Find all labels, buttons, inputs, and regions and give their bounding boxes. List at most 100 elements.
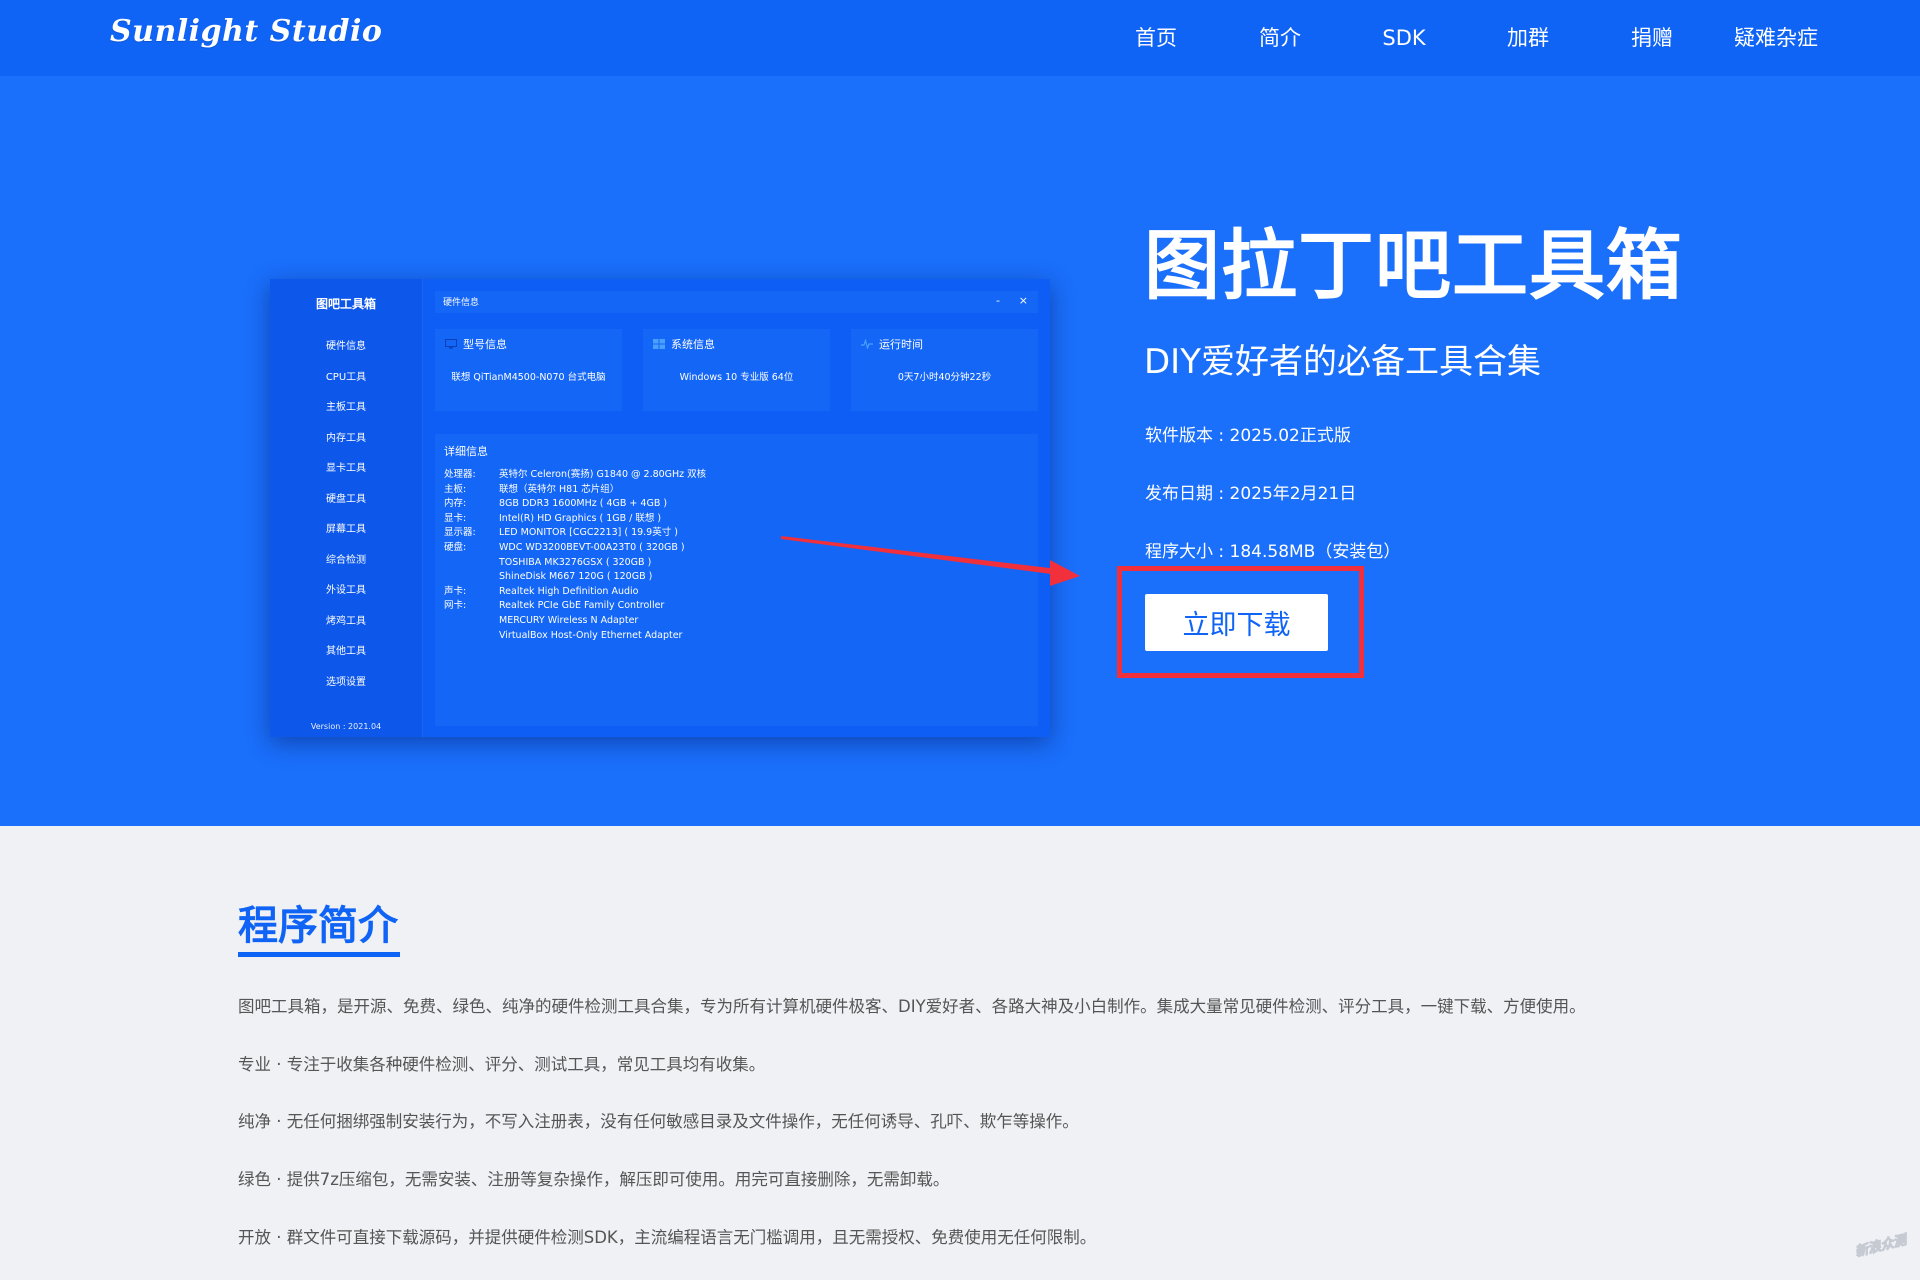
card-value: Windows 10 专业版 64位 (679, 372, 794, 383)
sidebar-item-hardware-info: 硬件信息 (326, 341, 366, 352)
card-system-info: 系统信息 Windows 10 专业版 64位 (643, 329, 830, 411)
hero-section: 图吧工具箱 硬件信息 CPU工具 主板工具 内存工具 显卡工具 硬盘工具 屏幕工… (0, 76, 1920, 826)
nav-item-join-group[interactable]: 加群 (1466, 0, 1590, 76)
detail-label: 主板: (444, 483, 467, 495)
app-sidebar: 图吧工具箱 硬件信息 CPU工具 主板工具 内存工具 显卡工具 硬盘工具 屏幕工… (270, 279, 423, 737)
detail-label: 处理器: (444, 469, 476, 480)
detail-row: 显示器: LED MONITOR [CGC2213] ( 19.9英寸 ) (444, 526, 706, 541)
intro-paragraph: 图吧工具箱，是开源、免费、绿色、纯净的硬件检测工具合集，专为所有计算机硬件极客、… (238, 997, 1586, 1016)
sidebar-item-motherboard-tools: 主板工具 (326, 402, 366, 413)
brand-logo[interactable]: Sunlight Studio (110, 14, 382, 49)
detail-label: 内存: (444, 498, 467, 510)
app-titlebar: 硬件信息 - × (435, 291, 1038, 313)
sidebar-item-benchmark: 综合检测 (326, 554, 366, 566)
sidebar-item-settings: 选项设置 (326, 676, 366, 688)
product-subtitle: DIY爱好者的必备工具合集 (1144, 342, 1541, 382)
detail-row: 内存: 8GB DDR3 1600MHz ( 4GB + 4GB ) (444, 497, 706, 512)
detail-list: 处理器: 英特尔 Celeron(赛扬) G1840 @ 2.80GHz 双核 主… (444, 468, 706, 643)
detail-row: 主板: 联想（英特尔 H81 芯片组） (444, 483, 706, 498)
detail-row: 声卡: Realtek High Definition Audio (444, 585, 706, 600)
detail-label: 显示器: (444, 527, 476, 539)
intro-paragraph: 纯净 · 无任何捆绑强制安装行为，不写入注册表，没有任何敏感目录及文件操作，无任… (238, 1112, 1079, 1131)
nav-item-intro[interactable]: 简介 (1218, 0, 1342, 76)
windows-icon (653, 339, 665, 349)
detail-row: ShineDisk M667 120G ( 120GB ) (444, 570, 706, 585)
detail-label (444, 556, 499, 571)
nav-item-sdk[interactable]: SDK (1342, 0, 1466, 76)
card-title: 系统信息 (671, 338, 715, 351)
nav-item-donate[interactable]: 捐赠 (1590, 0, 1714, 76)
minimize-icon: - (996, 294, 1000, 307)
intro-paragraph: 绿色 · 提供7z压缩包，无需安装、注册等复杂操作，解压即可使用。用完可直接删除… (238, 1170, 950, 1189)
card-header: 型号信息 (445, 336, 507, 352)
nav-menu: 首页 简介 SDK 加群 捐赠 疑难杂症 (1094, 0, 1838, 76)
detail-value: Realtek PCIe GbE Family Controller (499, 600, 665, 612)
app-window-title: 硬件信息 (443, 298, 480, 308)
app-logo: 图吧工具箱 (315, 297, 376, 311)
intro-paragraph: 开放 · 群文件可直接下载源码，并提供硬件检测SDK，主流编程语言无门槛调用，且… (238, 1228, 1097, 1247)
monitor-icon (445, 339, 457, 349)
sidebar-item-other-tools: 其他工具 (326, 646, 366, 657)
detail-value: WDC WD3200BEVT-00A23T0 ( 320GB ) (499, 541, 685, 553)
page: Sunlight Studio 首页 简介 SDK 加群 捐赠 疑难杂症 图吧工… (0, 0, 1920, 1280)
card-title: 运行时间 (879, 338, 923, 351)
watermark: 新浪众测 (1846, 1221, 1915, 1273)
card-header: 运行时间 (861, 336, 923, 352)
sidebar-item-memory-tools: 内存工具 (326, 432, 366, 444)
section-title: 程序简介 (238, 903, 398, 949)
detail-value: Realtek High Definition Audio (499, 585, 639, 597)
intro-paragraph: 专业 · 专注于收集各种硬件检测、评分、测试工具，常见工具均有收集。 (238, 1055, 766, 1074)
top-nav: Sunlight Studio 首页 简介 SDK 加群 捐赠 疑难杂症 (0, 0, 1920, 76)
detail-row: 显卡: Intel(R) HD Graphics ( 1GB / 联想 ) (444, 512, 706, 527)
detail-value: LED MONITOR [CGC2213] ( 19.9英寸 ) (499, 527, 678, 539)
sidebar-item-peripheral-tools: 外设工具 (326, 585, 366, 596)
software-version: 软件版本 : 2025.02正式版 (1145, 426, 1351, 446)
detail-value: ShineDisk M667 120G ( 120GB ) (499, 571, 653, 583)
close-icon: × (1018, 294, 1028, 307)
detail-row: 网卡: Realtek PCIe GbE Family Controller (444, 599, 706, 614)
nav-item-faq[interactable]: 疑难杂症 (1714, 0, 1838, 76)
sidebar-item-screen-tools: 屏幕工具 (326, 524, 366, 535)
detail-label: 硬盘: (444, 541, 467, 553)
detail-label: 网卡: (444, 600, 467, 612)
detail-value: 联想（英特尔 H81 芯片组） (499, 483, 620, 495)
detail-title: 详细信息 (444, 445, 488, 458)
detail-value: 英特尔 Celeron(赛扬) G1840 @ 2.80GHz 双核 (499, 469, 707, 480)
card-title: 型号信息 (463, 338, 507, 351)
app-version: Version : 2021.04 (310, 722, 382, 731)
detail-label (444, 629, 499, 644)
watermark-text: 新浪众测 (1853, 1232, 1908, 1261)
detail-label: 显卡: (444, 512, 467, 524)
app-screenshot: 图吧工具箱 硬件信息 CPU工具 主板工具 内存工具 显卡工具 硬盘工具 屏幕工… (270, 279, 1050, 737)
detail-value: 8GB DDR3 1600MHz ( 4GB + 4GB ) (499, 498, 668, 510)
app-sidebar-list: 硬件信息 CPU工具 主板工具 内存工具 显卡工具 硬盘工具 屏幕工具 综合检测… (270, 332, 422, 698)
detail-label (444, 614, 499, 629)
card-value: 联想 QiTianM4500-N070 台式电脑 (451, 372, 606, 383)
release-date: 发布日期 : 2025年2月21日 (1145, 484, 1357, 504)
detail-row: 硬盘: WDC WD3200BEVT-00A23T0 ( 320GB ) (444, 541, 706, 556)
detail-row: TOSHIBA MK3276GSX ( 320GB ) (444, 556, 706, 571)
card-value: 0天7小时40分钟22秒 (897, 372, 992, 383)
detail-row: MERCURY Wireless N Adapter (444, 614, 706, 629)
pulse-icon (861, 339, 873, 349)
sidebar-item-gpu-tools: 显卡工具 (326, 463, 366, 474)
detail-value: Intel(R) HD Graphics ( 1GB / 联想 ) (499, 512, 662, 524)
nav-item-home[interactable]: 首页 (1094, 0, 1218, 76)
detail-value: VirtualBox Host-Only Ethernet Adapter (499, 629, 683, 641)
detail-label (444, 570, 499, 585)
section-underline (238, 952, 400, 957)
card-header: 系统信息 (653, 336, 715, 352)
detail-value: MERCURY Wireless N Adapter (499, 614, 639, 626)
download-button[interactable]: 立即下载 (1145, 594, 1328, 651)
card-uptime: 运行时间 0天7小时40分钟22秒 (851, 329, 1038, 411)
product-title: 图拉丁吧工具箱 (1144, 221, 1683, 310)
sidebar-item-disk-tools: 硬盘工具 (326, 493, 366, 505)
sidebar-item-cpu-tools: CPU工具 (325, 371, 367, 383)
annotation-arrow-icon (781, 536, 1080, 586)
detail-label: 声卡: (444, 585, 467, 597)
card-model-info: 型号信息 联想 QiTianM4500-N070 台式电脑 (435, 329, 622, 411)
sidebar-item-stress-tools: 烤鸡工具 (326, 615, 366, 627)
detail-row: VirtualBox Host-Only Ethernet Adapter (444, 629, 706, 644)
program-size: 程序大小 : 184.58MB（安装包） (1145, 542, 1401, 562)
detail-row: 处理器: 英特尔 Celeron(赛扬) G1840 @ 2.80GHz 双核 (444, 468, 706, 483)
